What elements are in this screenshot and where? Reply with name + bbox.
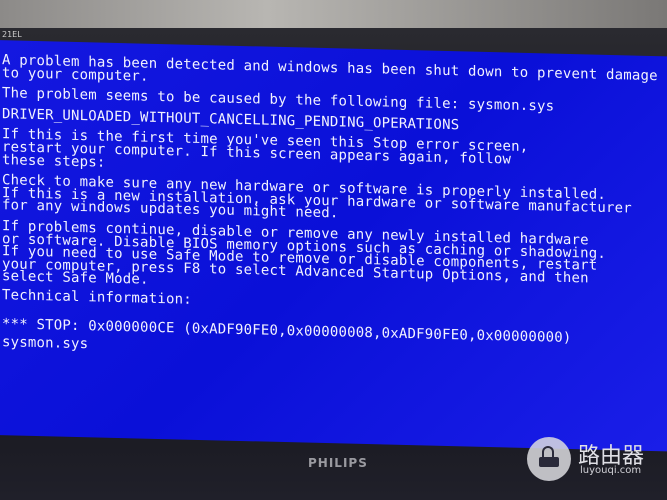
problems-continue-text: If problems continue, disable or remove … xyxy=(2,218,607,289)
blue-screen: A problem has been detected and windows … xyxy=(0,40,667,452)
watermark-url: luyouqi.com xyxy=(580,465,642,476)
monitor-model-label: 21EL xyxy=(2,30,22,39)
watermark-badge xyxy=(527,437,571,481)
bsod-text: A problem has been detected and windows … xyxy=(2,52,658,373)
router-body-icon xyxy=(539,457,559,467)
monitor-brand-logo: PHILIPS xyxy=(308,456,368,470)
